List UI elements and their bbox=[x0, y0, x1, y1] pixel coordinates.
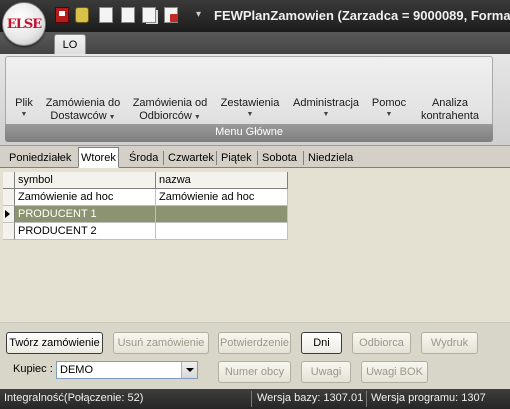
recipient-button[interactable]: Odbiorca bbox=[352, 332, 411, 354]
dropdown-arrow-icon: ▼ bbox=[193, 114, 201, 121]
notes-button[interactable]: Uwagi bbox=[301, 361, 351, 383]
dropdown-arrow-icon: ▼ bbox=[246, 111, 254, 118]
copy-icon[interactable] bbox=[121, 7, 135, 23]
table-row-symbol[interactable]: PRODUCENT 2 bbox=[15, 223, 156, 240]
days-button[interactable]: Dni bbox=[301, 332, 342, 354]
tab-czwartek[interactable]: Czwartek bbox=[166, 150, 216, 167]
tab-sobota[interactable]: Sobota bbox=[260, 150, 299, 167]
table-row-symbol-selected[interactable]: PRODUCENT 1 bbox=[15, 206, 156, 223]
ribbon-tab-lo[interactable]: LO bbox=[54, 34, 86, 55]
dropdown-arrow-icon: ▼ bbox=[20, 111, 28, 118]
table-row-nazwa[interactable]: Zamówienie ad hoc bbox=[156, 189, 288, 206]
menu-zamowienia-od-odbiorcow-button[interactable]: Zamówienia od Odbiorców ▼ bbox=[131, 97, 209, 124]
buyer-label: Kupiec : bbox=[13, 363, 53, 375]
buyer-select[interactable]: DEMO bbox=[56, 361, 198, 379]
print-button[interactable]: Wydruk bbox=[421, 332, 478, 354]
window-title: FEWPlanZamowien (Zarzadca = 9000089, For… bbox=[214, 8, 510, 23]
dropdown-arrow-icon: ▼ bbox=[322, 111, 330, 118]
save-icon[interactable] bbox=[55, 7, 69, 23]
app-menu-button[interactable]: ELSE bbox=[2, 2, 46, 46]
menu-plik-label: Plik bbox=[15, 97, 33, 109]
menu-analiza-label-1: Analiza bbox=[431, 97, 469, 109]
menu-pomoc-label: Pomoc bbox=[371, 97, 407, 109]
foreign-number-button[interactable]: Numer obcy bbox=[218, 361, 291, 383]
column-header-nazwa[interactable]: nazwa bbox=[156, 172, 288, 189]
document-icon[interactable] bbox=[99, 7, 113, 23]
menu-zamowienia-od-label-1: Zamówienia od bbox=[132, 97, 208, 109]
row-selector[interactable] bbox=[3, 189, 15, 206]
dropdown-arrow-icon[interactable] bbox=[181, 362, 197, 378]
menu-administracja-button[interactable]: Administracja ▼ bbox=[291, 97, 361, 120]
print-icon[interactable] bbox=[164, 7, 178, 23]
column-header-symbol[interactable]: symbol bbox=[15, 172, 156, 189]
status-app-version: Wersja programu: 1307 bbox=[371, 392, 486, 404]
quick-access-more-icon[interactable]: ▾ bbox=[196, 9, 201, 20]
tab-separator bbox=[163, 151, 164, 165]
menu-analiza-kontrahenta-button[interactable]: Analiza kontrahenta bbox=[416, 97, 484, 123]
grid-corner bbox=[3, 172, 15, 189]
status-separator bbox=[366, 391, 367, 407]
delete-order-button[interactable]: Usuń zamówienie bbox=[113, 332, 209, 354]
menu-analiza-label-2: kontrahenta bbox=[420, 110, 480, 122]
buyer-select-value: DEMO bbox=[60, 364, 93, 376]
menu-zestawienia-button[interactable]: Zestawienia ▼ bbox=[219, 97, 281, 120]
status-db-version: Wersja bazy: 1307.01 bbox=[257, 392, 364, 404]
table-row-nazwa[interactable] bbox=[156, 223, 288, 240]
menu-zestawienia-label: Zestawienia bbox=[220, 97, 280, 109]
menu-plik-button[interactable]: Plik ▼ bbox=[13, 97, 35, 120]
confirm-button[interactable]: Potwierdzenie bbox=[218, 332, 291, 354]
day-tabs bbox=[0, 146, 510, 168]
dropdown-arrow-icon: ▼ bbox=[108, 114, 116, 121]
notes-bok-button[interactable]: Uwagi BOK bbox=[361, 361, 428, 383]
pages-icon[interactable] bbox=[142, 7, 156, 23]
tab-niedziela[interactable]: Niedziela bbox=[306, 150, 355, 167]
menu-zamowienia-od-label-2: Odbiorców bbox=[139, 110, 192, 122]
table-row-symbol[interactable]: Zamówienie ad hoc bbox=[15, 189, 156, 206]
status-integrity: Integralność(Połączenie: 52) bbox=[4, 392, 144, 404]
menu-zamowienia-do-label-1: Zamówienia do bbox=[45, 97, 121, 109]
ribbon-group-label: Menu Główne bbox=[5, 124, 493, 142]
create-order-button[interactable]: Twórz zamówienie bbox=[6, 332, 103, 354]
status-separator bbox=[251, 391, 252, 407]
menu-zamowienia-do-dostawcow-button[interactable]: Zamówienia do Dostawców ▼ bbox=[44, 97, 122, 124]
tab-poniedzialek[interactable]: Poniedziałek bbox=[7, 150, 73, 167]
table-row-nazwa-selected[interactable] bbox=[156, 206, 288, 223]
else-logo-icon: ELSE bbox=[6, 16, 42, 32]
dropdown-arrow-icon: ▼ bbox=[385, 111, 393, 118]
current-row-arrow-icon bbox=[5, 210, 10, 218]
menu-zamowienia-do-label-2: Dostawców bbox=[50, 110, 107, 122]
menu-pomoc-button[interactable]: Pomoc ▼ bbox=[369, 97, 409, 120]
status-bar: Integralność(Połączenie: 52) Wersja bazy… bbox=[0, 389, 510, 409]
tab-separator bbox=[257, 151, 258, 165]
menu-administracja-label: Administracja bbox=[292, 97, 360, 109]
tab-sroda[interactable]: Środa bbox=[127, 150, 160, 167]
tab-separator bbox=[303, 151, 304, 165]
tab-piatek[interactable]: Piątek bbox=[219, 150, 254, 167]
tab-separator bbox=[216, 151, 217, 165]
tab-wtorek[interactable]: Wtorek bbox=[78, 147, 119, 168]
row-selector[interactable] bbox=[3, 223, 15, 240]
settings-icon[interactable] bbox=[75, 7, 89, 23]
